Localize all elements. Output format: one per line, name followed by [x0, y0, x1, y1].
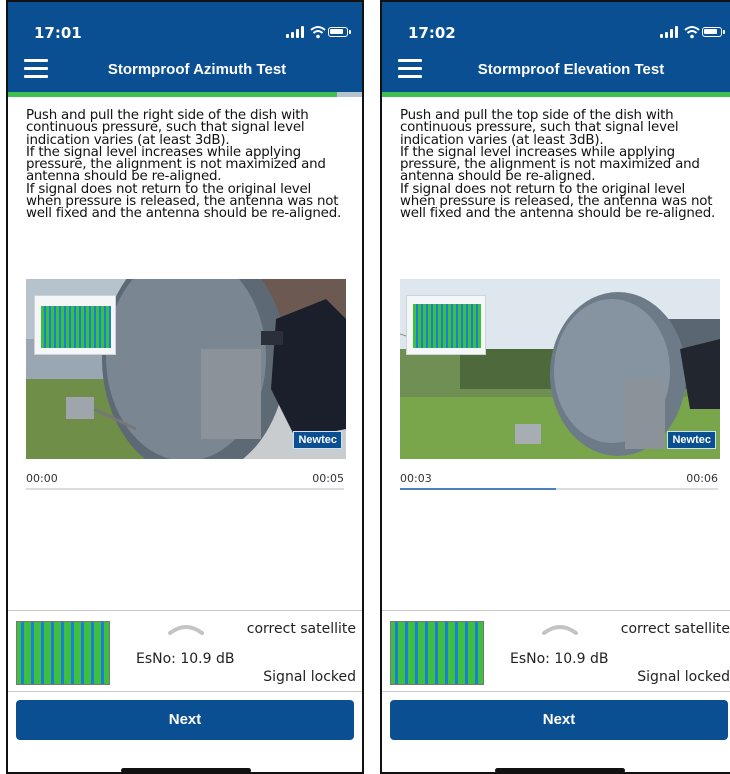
- video-signal-inset: [34, 295, 116, 355]
- chevron-up-icon[interactable]: [167, 623, 205, 635]
- video-current-time: 00:00: [26, 472, 58, 485]
- video-signal-bars: [41, 306, 111, 348]
- cellular-signal-icon: [660, 26, 680, 38]
- nav-bar: Stormproof Azimuth Test: [8, 46, 362, 92]
- page-title: Stormproof Azimuth Test: [107, 61, 287, 78]
- battery-icon: [328, 27, 351, 37]
- esno-readout: EsNo: 10.9 dB: [136, 651, 235, 667]
- status-bar: 17:02: [382, 2, 730, 46]
- test-progress-track: [8, 92, 362, 97]
- signal-level-graph: [390, 621, 484, 685]
- video-scrubber-fill: [400, 488, 556, 490]
- wifi-icon: [684, 26, 700, 39]
- video-total-time: 00:06: [686, 472, 718, 485]
- status-bar: 17:01: [8, 2, 362, 46]
- wifi-icon: [310, 26, 326, 39]
- status-time: 17:01: [34, 24, 82, 42]
- signal-status-panel: correct satellite EsNo: 10.9 dB Signal l…: [8, 610, 362, 692]
- satellite-status: correct satellite: [620, 621, 730, 637]
- satellite-status: correct satellite: [246, 621, 356, 637]
- video-player[interactable]: Newtec: [400, 279, 720, 459]
- nav-bar: Stormproof Elevation Test: [382, 46, 730, 92]
- hamburger-menu-icon[interactable]: [398, 59, 422, 79]
- instruction-paragraph: Push and pull the top side of the dish w…: [400, 108, 679, 148]
- phone-screen-elevation: 17:02 Stormproof Elevation Test Push and…: [380, 0, 730, 774]
- instruction-text: Push and pull the top side of the dish w…: [400, 108, 722, 222]
- video-player[interactable]: Newtec: [26, 279, 346, 459]
- instruction-paragraph: Push and pull the right side of the dish…: [26, 108, 309, 148]
- test-progress-fill: [8, 92, 338, 97]
- phone-screen-azimuth: 17:01 Stormproof Azimuth Test Push and p…: [6, 0, 364, 774]
- newtec-logo: Newtec: [667, 431, 716, 449]
- status-icons: [286, 26, 351, 39]
- video-scrubber[interactable]: [26, 488, 344, 490]
- instruction-text: Push and pull the right side of the dish…: [26, 108, 348, 222]
- battery-icon: [702, 27, 725, 37]
- instruction-paragraph: If the signal level increases while appl…: [400, 144, 700, 185]
- signal-level-graph: [16, 621, 110, 685]
- signal-status-panel: correct satellite EsNo: 10.9 dB Signal l…: [382, 610, 730, 692]
- next-button[interactable]: Next: [16, 700, 354, 740]
- video-scrubber[interactable]: [400, 488, 718, 490]
- video-current-time: 00:03: [400, 472, 432, 485]
- esno-readout: EsNo: 10.9 dB: [510, 651, 609, 667]
- hamburger-menu-icon[interactable]: [24, 59, 48, 79]
- next-button[interactable]: Next: [390, 700, 728, 740]
- video-signal-inset: [406, 295, 486, 355]
- status-time: 17:02: [408, 24, 456, 42]
- lock-status: Signal locked: [263, 669, 356, 685]
- page-title: Stormproof Elevation Test: [477, 61, 665, 78]
- test-progress-fill: [382, 92, 730, 97]
- newtec-logo: Newtec: [293, 431, 342, 449]
- instruction-paragraph: If signal does not return to the origina…: [400, 181, 716, 222]
- video-total-time: 00:05: [312, 472, 344, 485]
- instruction-paragraph: If signal does not return to the origina…: [26, 181, 342, 222]
- lock-status: Signal locked: [637, 669, 730, 685]
- status-icons: [660, 26, 725, 39]
- test-progress-track: [382, 92, 730, 97]
- home-indicator[interactable]: [121, 768, 251, 772]
- cellular-signal-icon: [286, 26, 306, 38]
- home-indicator[interactable]: [495, 768, 625, 772]
- instruction-paragraph: If the signal level increases while appl…: [26, 144, 326, 185]
- chevron-up-icon[interactable]: [541, 623, 579, 635]
- video-signal-bars: [413, 304, 481, 348]
